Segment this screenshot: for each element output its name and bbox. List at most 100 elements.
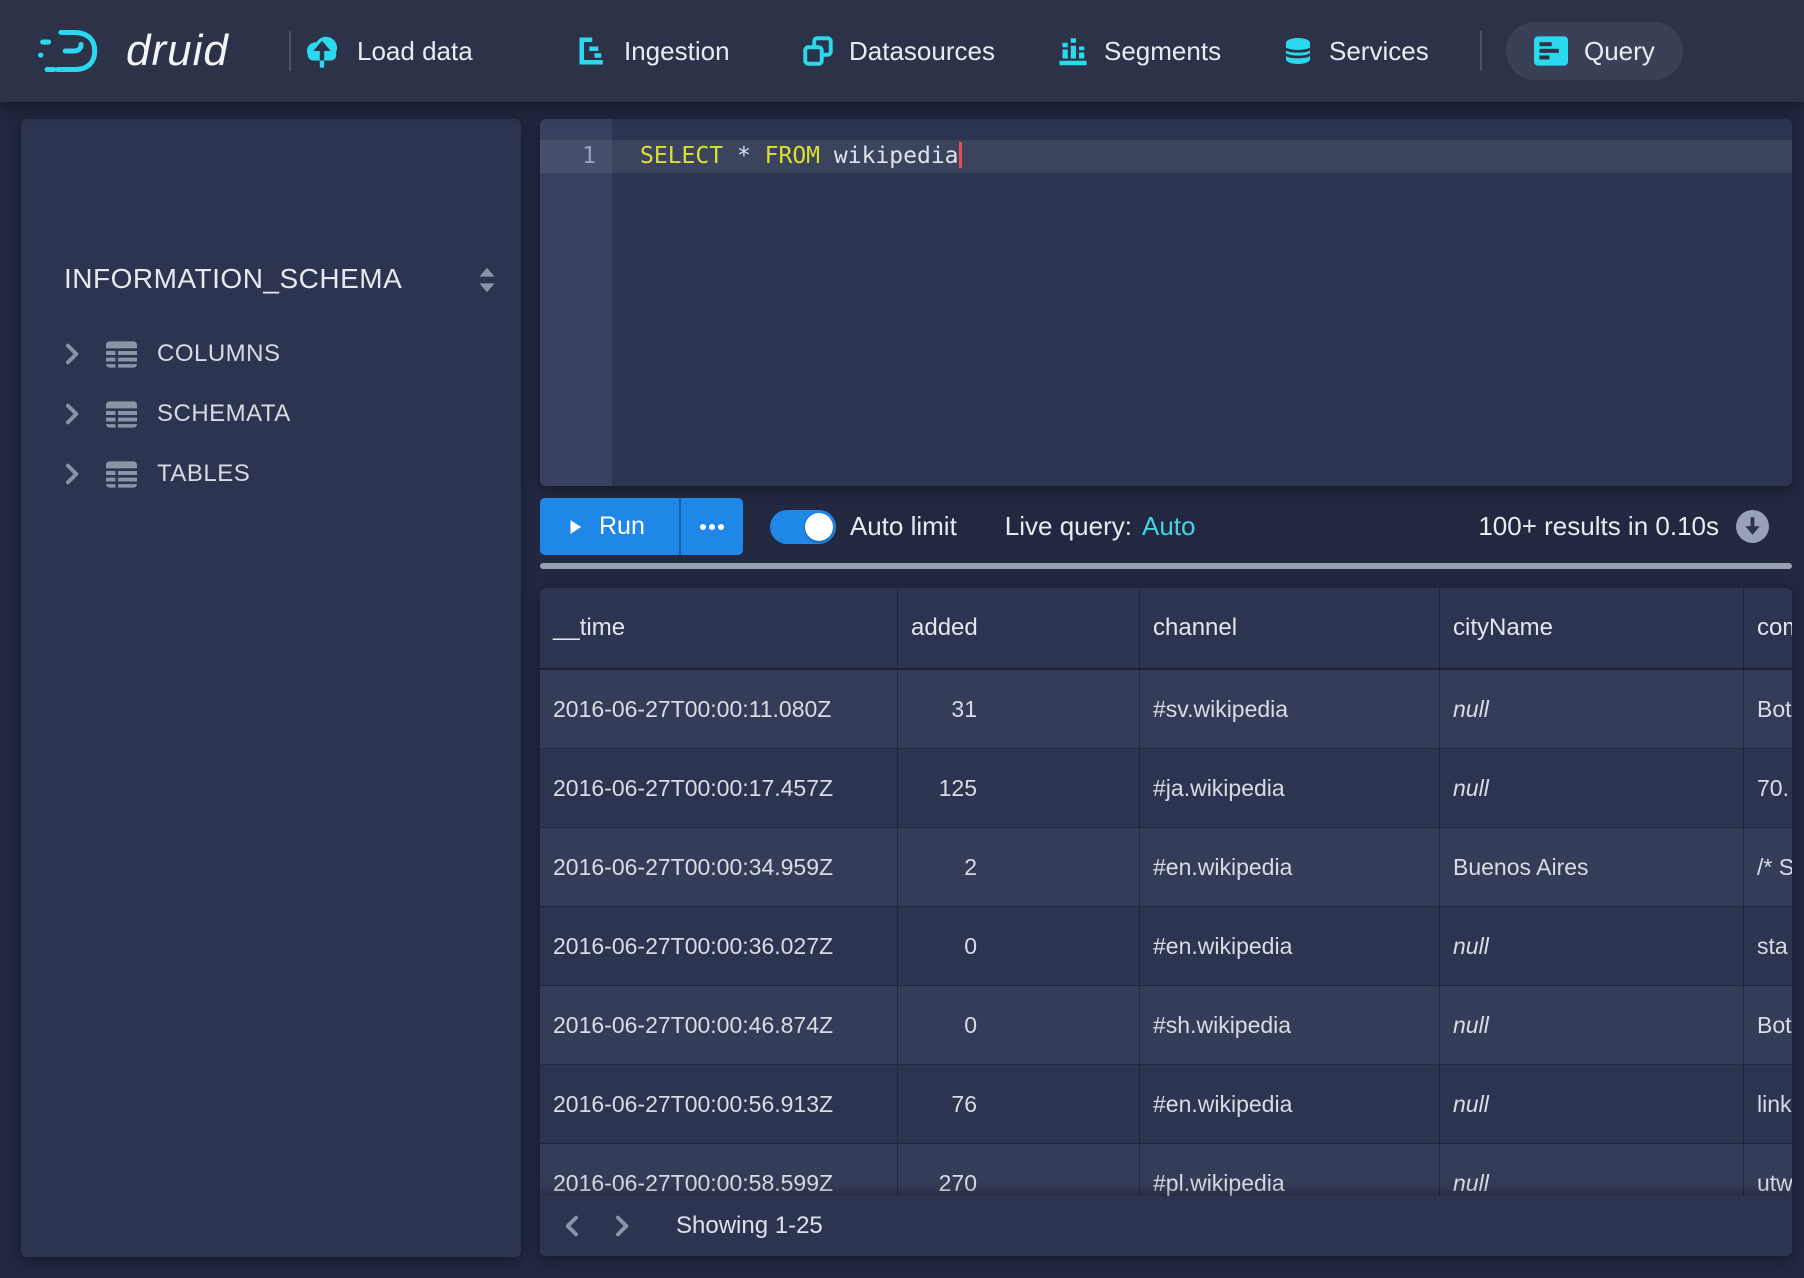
cell-comment[interactable]: 70. — [1744, 749, 1792, 827]
editor-line-number: 1 — [540, 140, 596, 173]
results-header-row: __timeaddedchannelcityNamecomment — [540, 588, 1792, 670]
auto-limit-label: Auto limit — [850, 511, 957, 542]
cell-added[interactable]: 2 — [898, 828, 1140, 906]
cell-__time[interactable]: 2016-06-27T00:00:11.080Z — [540, 670, 898, 748]
cell-cityName[interactable]: null — [1440, 749, 1744, 827]
auto-limit-toggle[interactable] — [770, 510, 836, 544]
chevron-right-icon[interactable] — [63, 402, 80, 426]
cell-__time[interactable]: 2016-06-27T00:00:46.874Z — [540, 986, 898, 1064]
column-header-channel[interactable]: channel — [1140, 588, 1440, 668]
column-header-comment[interactable]: comment — [1744, 588, 1792, 668]
table-row[interactable]: 2016-06-27T00:00:34.959Z2#en.wikipediaBu… — [540, 828, 1792, 907]
druid-console-page: druid Load data Ingestion Datasources Se… — [0, 0, 1804, 1278]
gantt-chart-icon — [578, 36, 608, 66]
nav-item-label: Datasources — [849, 36, 995, 67]
column-header-__time[interactable]: __time — [540, 588, 898, 668]
cell-__time[interactable]: 2016-06-27T00:00:17.457Z — [540, 749, 898, 827]
cell-cityName[interactable]: null — [1440, 670, 1744, 748]
editor-code-line[interactable]: SELECT * FROM wikipedia — [640, 140, 962, 173]
showing-label: Showing 1-25 — [676, 1212, 823, 1240]
stacked-squares-icon — [803, 36, 833, 66]
sql-token-keyword: FROM — [765, 143, 834, 169]
cell-added[interactable]: 0 — [898, 907, 1140, 985]
table-row[interactable]: 2016-06-27T00:00:11.080Z31#sv.wikipedian… — [540, 670, 1792, 749]
cell-comment[interactable]: sta — [1744, 907, 1792, 985]
table-icon — [106, 461, 137, 488]
druid-logo-icon — [38, 27, 110, 75]
sql-token-keyword: SELECT — [640, 143, 737, 169]
nav-item-services[interactable]: Services — [1283, 0, 1429, 102]
cell-channel[interactable]: #sv.wikipedia — [1140, 670, 1440, 748]
cell-channel[interactable]: #sh.wikipedia — [1140, 986, 1440, 1064]
live-query-value[interactable]: Auto — [1142, 511, 1196, 542]
more-dots-icon — [699, 522, 725, 532]
results-summary: 100+ results in 0.10s — [1478, 511, 1719, 542]
nav-item-load-data[interactable]: Load data — [303, 0, 473, 102]
nav-item-label: Load data — [357, 36, 473, 67]
results-body: 2016-06-27T00:00:11.080Z31#sv.wikipedian… — [540, 670, 1792, 1223]
sql-token-plain: * — [737, 143, 765, 169]
sidebar-item-columns[interactable]: COLUMNS — [21, 324, 521, 384]
nav-item-label: Ingestion — [624, 36, 730, 67]
cell-added[interactable]: 76 — [898, 1065, 1140, 1143]
cell-channel[interactable]: #en.wikipedia — [1140, 828, 1440, 906]
nav-item-label: Services — [1329, 36, 1429, 67]
cell-added[interactable]: 31 — [898, 670, 1140, 748]
run-button[interactable]: Run — [540, 498, 679, 555]
cell-channel[interactable]: #ja.wikipedia — [1140, 749, 1440, 827]
sidebar-item-label: COLUMNS — [157, 340, 281, 368]
table-row[interactable]: 2016-06-27T00:00:56.913Z76#en.wikipedian… — [540, 1065, 1792, 1144]
live-query-label: Live query: — [1005, 511, 1132, 542]
nav-item-segments[interactable]: Segments — [1058, 0, 1221, 102]
column-header-added[interactable]: added — [898, 588, 1140, 668]
nav-item-datasources[interactable]: Datasources — [803, 0, 995, 102]
cell-cityName[interactable]: null — [1440, 1065, 1744, 1143]
cell-channel[interactable]: #en.wikipedia — [1140, 1065, 1440, 1143]
results-panel: __timeaddedchannelcityNamecomment 2016-0… — [540, 588, 1792, 1256]
table-row[interactable]: 2016-06-27T00:00:46.874Z0#sh.wikipedianu… — [540, 986, 1792, 1065]
cell-__time[interactable]: 2016-06-27T00:00:34.959Z — [540, 828, 898, 906]
editor-cursor — [959, 142, 962, 168]
cell-cityName[interactable]: null — [1440, 907, 1744, 985]
download-results-button[interactable] — [1735, 509, 1770, 544]
cell-cityName[interactable]: null — [1440, 986, 1744, 1064]
cell-comment[interactable]: link — [1744, 1065, 1792, 1143]
next-page-button[interactable] — [613, 1214, 630, 1238]
toggle-knob — [805, 513, 833, 541]
cell-comment[interactable]: Bot — [1744, 670, 1792, 748]
double-caret-vertical-icon[interactable] — [476, 265, 498, 300]
navbar-divider — [289, 31, 291, 71]
cell-added[interactable]: 125 — [898, 749, 1140, 827]
druid-logo[interactable]: druid — [38, 0, 229, 102]
table-row[interactable]: 2016-06-27T00:00:36.027Z0#en.wikipedianu… — [540, 907, 1792, 986]
schema-title: INFORMATION_SCHEMA — [64, 263, 402, 295]
sidebar-item-tables[interactable]: TABLES — [21, 444, 521, 504]
pane-resize-handle[interactable] — [540, 563, 1792, 569]
cell-channel[interactable]: #en.wikipedia — [1140, 907, 1440, 985]
cell-added[interactable]: 0 — [898, 986, 1140, 1064]
editor-gutter — [540, 119, 612, 486]
cell-cityName[interactable]: Buenos Aires — [1440, 828, 1744, 906]
cell-comment[interactable]: Bot — [1744, 986, 1792, 1064]
sql-editor[interactable]: 1 SELECT * FROM wikipedia — [540, 119, 1792, 486]
druid-logo-text: druid — [126, 26, 229, 76]
database-icon — [1283, 36, 1313, 66]
cell-__time[interactable]: 2016-06-27T00:00:36.027Z — [540, 907, 898, 985]
schema-tree: COLUMNS SCHEMATA TABLES — [21, 324, 521, 504]
table-row[interactable]: 2016-06-27T00:00:17.457Z125#ja.wikipedia… — [540, 749, 1792, 828]
nav-item-label: Segments — [1104, 36, 1221, 67]
column-header-cityName[interactable]: cityName — [1440, 588, 1744, 668]
chevron-right-icon[interactable] — [63, 342, 80, 366]
nav-item-ingestion[interactable]: Ingestion — [578, 0, 730, 102]
run-more-button[interactable] — [679, 498, 743, 555]
query-toolbar: Run Auto limit Live query: Auto 100+ res… — [540, 498, 1792, 555]
nav-item-query[interactable]: Query — [1506, 22, 1683, 80]
top-navbar: druid Load data Ingestion Datasources Se… — [0, 0, 1804, 102]
chevron-right-icon[interactable] — [63, 462, 80, 486]
run-button-label: Run — [599, 512, 645, 541]
sidebar-item-schemata[interactable]: SCHEMATA — [21, 384, 521, 444]
prev-page-button[interactable] — [564, 1214, 581, 1238]
bar-chart-icon — [1058, 36, 1088, 66]
cell-comment[interactable]: /* S — [1744, 828, 1792, 906]
cell-__time[interactable]: 2016-06-27T00:00:56.913Z — [540, 1065, 898, 1143]
